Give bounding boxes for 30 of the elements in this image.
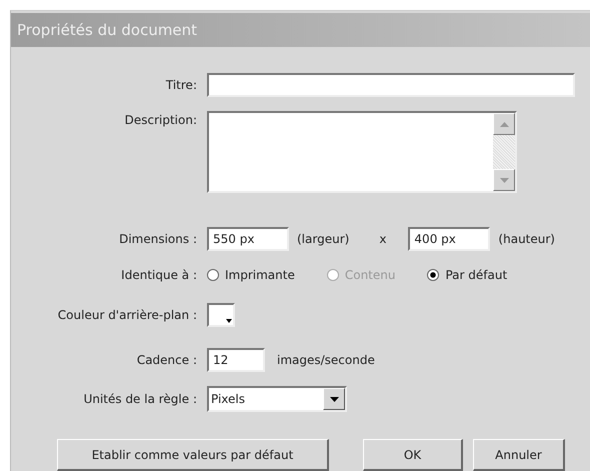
- field-label: Identique à :: [120, 268, 198, 282]
- radio-option[interactable]: Imprimante: [207, 268, 295, 282]
- field-label: Couleur d'arrière-plan :: [56, 308, 198, 322]
- width-unit-label: (largeur): [297, 232, 350, 246]
- dialog-button[interactable]: OK: [363, 439, 463, 471]
- dialog-button[interactable]: Etablir comme valeurs par défaut: [57, 439, 329, 471]
- scroll-down-button[interactable]: [493, 169, 515, 191]
- unit-label: images/seconde: [277, 353, 375, 367]
- window-title: Propriétés du document: [11, 13, 590, 47]
- caret-icon: [330, 396, 338, 402]
- field-label: Titre:: [164, 78, 198, 92]
- radio-option[interactable]: Par défaut: [427, 268, 508, 282]
- title-field[interactable]: [207, 73, 575, 97]
- times-sign: x: [379, 232, 386, 246]
- height-unit-label: (hauteur): [498, 232, 555, 246]
- field-label: Dimensions :: [118, 232, 198, 246]
- frame-rate-field[interactable]: 12: [207, 348, 265, 372]
- color-picker[interactable]: [207, 303, 235, 327]
- scroll-up-button[interactable]: [493, 113, 515, 135]
- field-label: Unités de la règle :: [82, 392, 198, 406]
- caret-icon: [226, 319, 232, 323]
- field-label: Description:: [124, 112, 198, 127]
- ruler-units-dropdown[interactable]: Pixels: [207, 386, 347, 412]
- dialog-button[interactable]: Annuler: [473, 439, 565, 471]
- description-field[interactable]: [207, 111, 517, 193]
- height-field[interactable]: 400 px: [408, 227, 490, 251]
- down-arrow-icon: [500, 178, 508, 182]
- up-arrow-icon: [500, 122, 508, 126]
- width-field[interactable]: 550 px: [207, 227, 289, 251]
- field-label: Cadence :: [136, 353, 198, 367]
